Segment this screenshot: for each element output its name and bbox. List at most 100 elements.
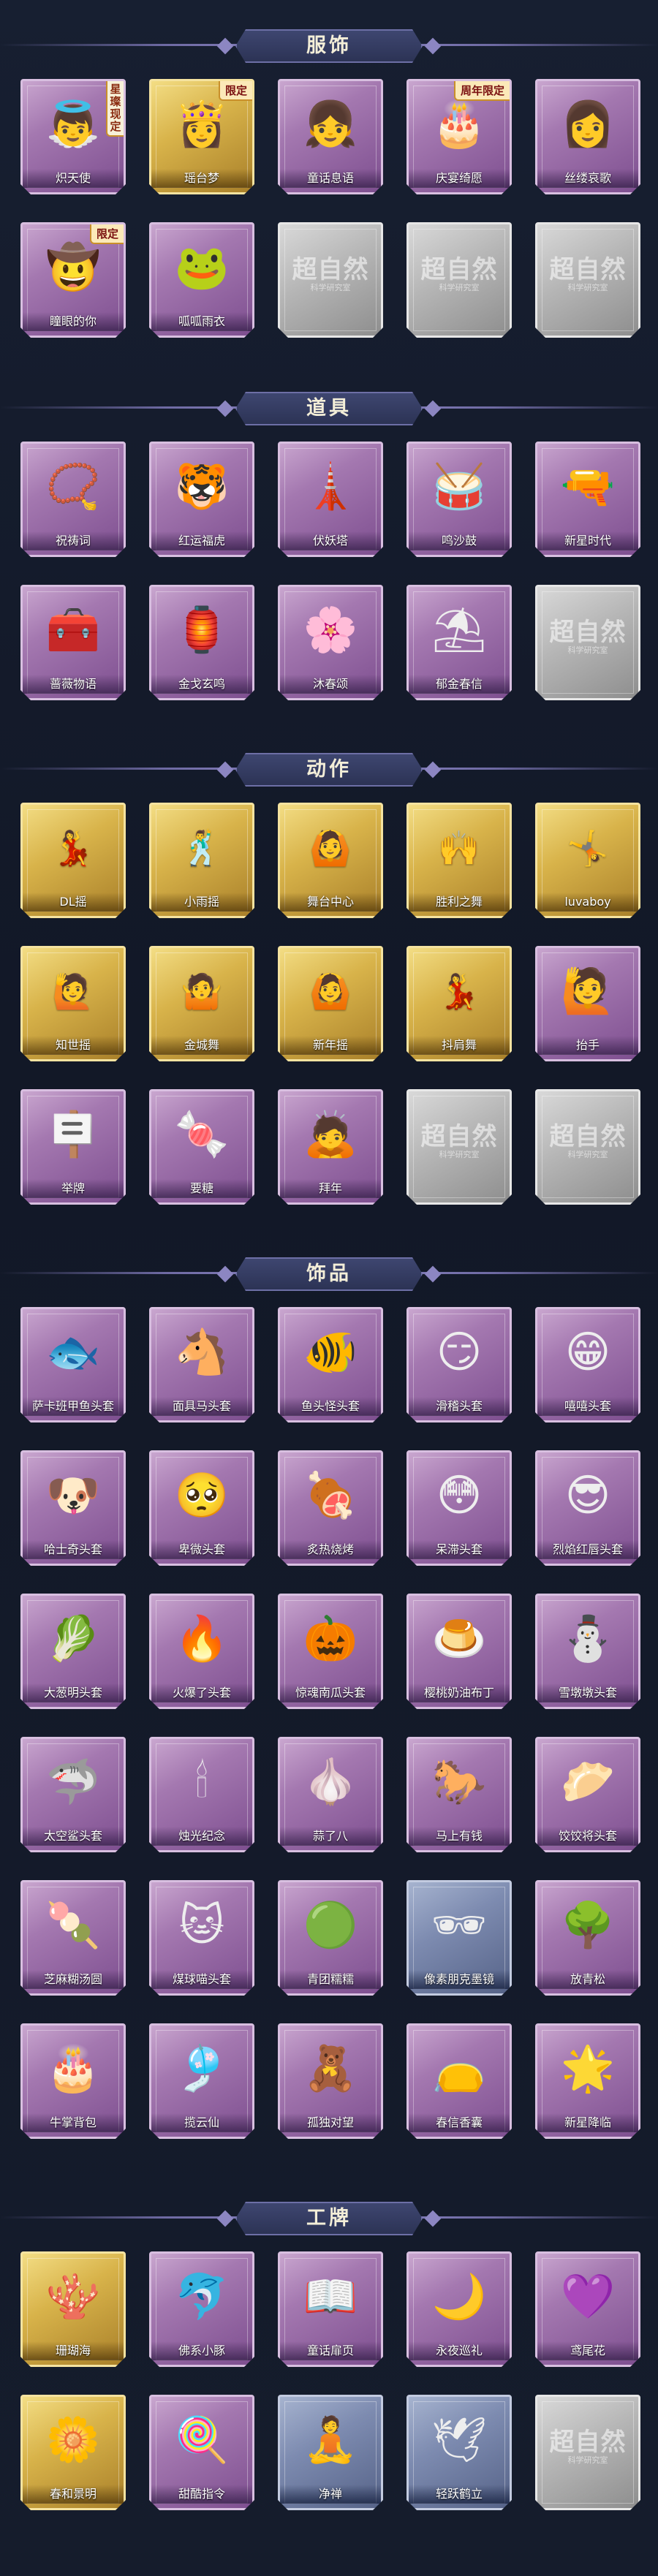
- item-card[interactable]: 👼 炽天使 星璨现定: [20, 79, 126, 194]
- item-label: 牛掌背包: [23, 2113, 124, 2132]
- item-label: 饺饺将头套: [537, 1827, 638, 1846]
- item-card[interactable]: 💃 抖肩舞: [406, 946, 512, 1061]
- item-card[interactable]: 🧸 孤独对望: [278, 2023, 383, 2139]
- dance-pose-icon: 🙋: [52, 971, 94, 1011]
- item-label: 胜利之舞: [409, 893, 510, 912]
- item-card[interactable]: 🤠 瞳眼的你 限定: [20, 222, 126, 338]
- item-card[interactable]: 🐟 萨卡班甲鱼头套: [20, 1307, 126, 1423]
- item-card[interactable]: 🦈 太空鲨头套: [20, 1737, 126, 1852]
- item-card[interactable]: 🍬 要糖: [149, 1089, 254, 1205]
- card-watermark-subtitle: 科学研究室: [439, 1150, 480, 1159]
- item-card[interactable]: 😎 烈焰红唇头套: [535, 1450, 640, 1566]
- item-card[interactable]: 🐯 红运福虎: [149, 442, 254, 557]
- empty-item-card[interactable]: 超自然 科学研究室: [406, 222, 512, 338]
- item-label: 瑶台梦: [151, 169, 252, 188]
- item-card[interactable]: 🌟 新星降临: [535, 2023, 640, 2139]
- item-card[interactable]: 🟢 青团糯糯: [278, 1880, 383, 1996]
- horse-head-icon: 🐴: [174, 1327, 230, 1378]
- item-card[interactable]: 👩 丝缕哀歌: [535, 79, 640, 194]
- empty-item-card[interactable]: 超自然 科学研究室: [535, 2395, 640, 2510]
- card-watermark: 超自然: [292, 255, 369, 284]
- item-card[interactable]: 🐸 呱呱雨衣: [149, 222, 254, 338]
- item-card[interactable]: 🙋 抬手: [535, 946, 640, 1061]
- item-card[interactable]: 🔫 新星时代: [535, 442, 640, 557]
- item-card[interactable]: 🧄 蒜了八: [278, 1737, 383, 1852]
- item-card[interactable]: 🧰 蔷薇物语: [20, 585, 126, 700]
- card-watermark: 超自然: [420, 255, 498, 284]
- item-card[interactable]: 📖 童话扉页: [278, 2251, 383, 2367]
- item-card[interactable]: 🐶 哈士奇头套: [20, 1450, 126, 1566]
- item-card[interactable]: 🪧 举牌: [20, 1089, 126, 1205]
- item-card[interactable]: ⛱ 郁金春信: [406, 585, 512, 700]
- item-card[interactable]: 🧘 净禅: [278, 2395, 383, 2510]
- card-watermark-subtitle: 科学研究室: [439, 283, 480, 292]
- item-card[interactable]: 📿 祝祷词: [20, 442, 126, 557]
- item-card[interactable]: 🌙 永夜巡礼: [406, 2251, 512, 2367]
- item-card[interactable]: 🎂 牛掌背包: [20, 2023, 126, 2139]
- item-card[interactable]: 🔥 火爆了头套: [149, 1594, 254, 1709]
- item-card[interactable]: 🐠 鱼头怪头套: [278, 1307, 383, 1423]
- item-card[interactable]: 🥟 饺饺将头套: [535, 1737, 640, 1852]
- item-card[interactable]: 🥺 卑微头套: [149, 1450, 254, 1566]
- item-card[interactable]: 💜 鸢尾花: [535, 2251, 640, 2367]
- item-card[interactable]: 🍖 炙热烧烤: [278, 1450, 383, 1566]
- item-label: 郁金春信: [409, 675, 510, 694]
- item-card[interactable]: 🥁 鸣沙鼓: [406, 442, 512, 557]
- frog-raincoat-icon: 🐸: [174, 242, 230, 293]
- empty-item-card[interactable]: 超自然 科学研究室: [406, 1089, 512, 1205]
- item-card[interactable]: 🙋 知世摇: [20, 946, 126, 1061]
- item-card[interactable]: 🥬 大葱明头套: [20, 1594, 126, 1709]
- item-card[interactable]: 🐎 马上有钱: [406, 1737, 512, 1852]
- item-card[interactable]: 🐬 佛系小豚: [149, 2251, 254, 2367]
- item-label: DL摇: [23, 893, 124, 912]
- item-card[interactable]: 😳 呆滞头套: [406, 1450, 512, 1566]
- item-label: 放青松: [537, 1970, 638, 1989]
- item-card[interactable]: 🍮 樱桃奶油布丁: [406, 1594, 512, 1709]
- item-card[interactable]: 😏 滑稽头套: [406, 1307, 512, 1423]
- item-card[interactable]: 🎐 揽云仙: [149, 2023, 254, 2139]
- item-label: 烛光纪念: [151, 1827, 252, 1846]
- item-card[interactable]: 😁 嘻嘻头套: [535, 1307, 640, 1423]
- item-card[interactable]: 💃 DL摇: [20, 803, 126, 918]
- item-card[interactable]: 👧 童话息语: [278, 79, 383, 194]
- item-card[interactable]: ⛄ 雪墩墩头套: [535, 1594, 640, 1709]
- item-card[interactable]: 🎃 惊魂南瓜头套: [278, 1594, 383, 1709]
- item-card[interactable]: 👝 春信香囊: [406, 2023, 512, 2139]
- item-label: 烈焰红唇头套: [537, 1540, 638, 1559]
- item-card[interactable]: 🕯 烛光纪念: [149, 1737, 254, 1852]
- bonsai-icon: 🌳: [560, 1900, 616, 1951]
- empty-item-card[interactable]: 超自然 科学研究室: [535, 1089, 640, 1205]
- item-card[interactable]: 🌼 春和景明: [20, 2395, 126, 2510]
- item-card[interactable]: 🌳 放青松: [535, 1880, 640, 1996]
- empty-item-card[interactable]: 超自然 科学研究室: [535, 585, 640, 700]
- item-card[interactable]: 🤷 金城舞: [149, 946, 254, 1061]
- item-card[interactable]: 🗼 伏妖塔: [278, 442, 383, 557]
- item-label: 孤独对望: [280, 2113, 381, 2132]
- item-card[interactable]: 🎂 庆宴绮愿 周年限定: [406, 79, 512, 194]
- item-label: 举牌: [23, 1179, 124, 1198]
- item-card[interactable]: 🕊 轻跃鹤立: [406, 2395, 512, 2510]
- empty-item-card[interactable]: 超自然 科学研究室: [278, 222, 383, 338]
- cake-backpack-icon: 🎂: [45, 2043, 101, 2094]
- item-label: 金城舞: [151, 1036, 252, 1055]
- item-card[interactable]: 🍡 芝麻糊汤圆: [20, 1880, 126, 1996]
- item-card[interactable]: 🙆 舞台中心: [278, 803, 383, 918]
- item-card[interactable]: 🐴 面具马头套: [149, 1307, 254, 1423]
- item-card[interactable]: 👸 瑶台梦 限定: [149, 79, 254, 194]
- item-card[interactable]: 🪸 珊瑚海: [20, 2251, 126, 2367]
- item-card[interactable]: 🙆 新年摇: [278, 946, 383, 1061]
- divider-ornament: [216, 2210, 234, 2227]
- empty-item-card[interactable]: 超自然 科学研究室: [535, 222, 640, 338]
- pikachu-head-icon: 😎: [564, 1470, 611, 1521]
- item-card[interactable]: 🕶 像素朋克墨镜: [406, 1880, 512, 1996]
- item-card[interactable]: 🌸 沐春颂: [278, 585, 383, 700]
- item-card[interactable]: 🍭 甜酷指令: [149, 2395, 254, 2510]
- item-card[interactable]: 🕺 小雨摇: [149, 803, 254, 918]
- item-card[interactable]: 🙌 胜利之舞: [406, 803, 512, 918]
- raise-hand-icon: 🙋: [560, 966, 616, 1017]
- item-card[interactable]: 🏮 金戈玄鸣: [149, 585, 254, 700]
- item-label: 伏妖塔: [280, 531, 381, 550]
- item-card[interactable]: 🙇 拜年: [278, 1089, 383, 1205]
- item-card[interactable]: 🐱 煤球喵头套: [149, 1880, 254, 1996]
- item-card[interactable]: 🤸 luvaboy: [535, 803, 640, 918]
